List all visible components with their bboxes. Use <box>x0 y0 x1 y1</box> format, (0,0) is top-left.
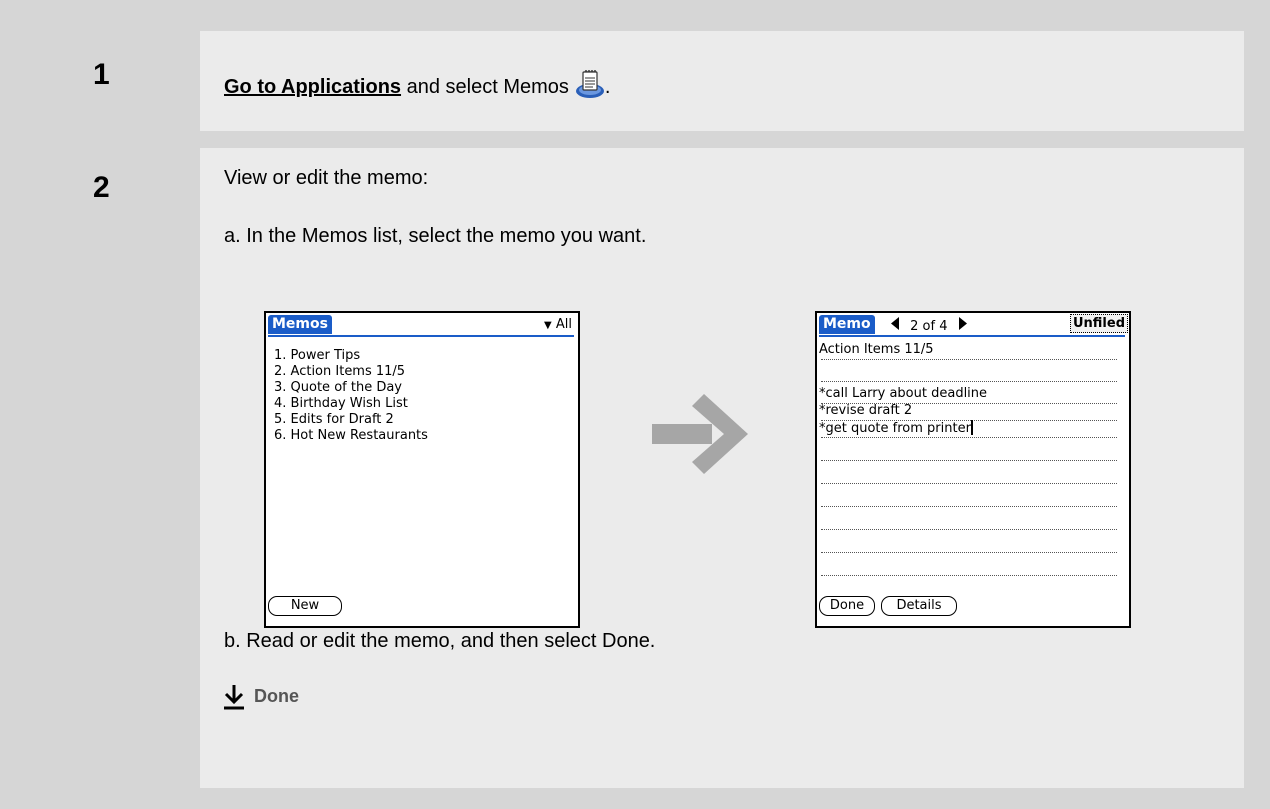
category-label: All <box>555 317 572 332</box>
memos-app-icon <box>575 69 605 105</box>
step-2-substep-a: a. In the Memos list, select the memo yo… <box>224 225 647 247</box>
title-bar-line <box>268 335 574 337</box>
ruled-line <box>821 460 1117 461</box>
details-button[interactable]: Details <box>881 596 957 616</box>
list-item[interactable]: 6. Hot New Restaurants <box>274 428 428 443</box>
step-1-panel: 1 Go to Applications and select Memos . <box>37 31 1244 131</box>
list-item[interactable]: 1. Power Tips <box>274 348 360 363</box>
step-1-period: . <box>604 76 611 98</box>
memo-line[interactable]: *call Larry about deadline <box>819 386 987 401</box>
step-2-substep-b: b. Read or edit the memo, and then selec… <box>224 630 656 652</box>
ruled-line <box>821 483 1117 484</box>
page-navigator: 2 of 4 <box>891 317 967 334</box>
page-indicator: 2 of 4 <box>910 319 948 334</box>
memo-title-tab: Memo <box>819 315 875 334</box>
ruled-line <box>821 359 1117 360</box>
new-button[interactable]: New <box>268 596 342 616</box>
ruled-line <box>821 575 1117 576</box>
chevron-down-icon: ▼ <box>544 320 552 331</box>
step-number: 2 <box>93 171 110 204</box>
memo-detail-screen: Memo 2 of 4 Unfiled Action Items 11/5 *c… <box>815 311 1131 628</box>
ruled-line <box>821 506 1117 507</box>
memos-title-tab: Memos <box>268 315 332 334</box>
memo-line[interactable]: Action Items 11/5 <box>819 342 934 357</box>
ruled-line <box>821 437 1117 438</box>
step-1-text: and select Memos <box>401 76 569 98</box>
step-1-instruction: Go to Applications and select Memos . <box>224 69 610 105</box>
right-arrow-icon <box>652 394 750 479</box>
list-item[interactable]: 3. Quote of the Day <box>274 380 402 395</box>
ruled-line <box>821 381 1117 382</box>
down-arrow-icon <box>223 684 247 712</box>
ruled-line <box>821 529 1117 530</box>
category-picker[interactable]: Unfiled <box>1069 314 1128 333</box>
page-frame: 1 Go to Applications and select Memos . … <box>0 0 1270 809</box>
ruled-line <box>821 552 1117 553</box>
list-item[interactable]: 5. Edits for Draft 2 <box>274 412 394 427</box>
text-cursor <box>970 420 973 435</box>
list-item[interactable]: 4. Birthday Wish List <box>274 396 408 411</box>
step-number-column: 1 <box>37 31 200 131</box>
title-bar-line <box>819 335 1125 337</box>
go-to-applications-link[interactable]: Go to Applications <box>224 76 401 98</box>
done-link[interactable]: Done <box>254 686 299 707</box>
done-button[interactable]: Done <box>819 596 875 616</box>
category-picker[interactable]: ▼ All <box>544 317 572 332</box>
previous-page-icon[interactable] <box>891 317 904 334</box>
step-2-intro: View or edit the memo: <box>224 167 429 189</box>
memo-line[interactable]: *revise draft 2 <box>819 403 912 418</box>
memo-line[interactable]: *get quote from printer <box>819 420 973 436</box>
memo-line-text: *get quote from printer <box>819 421 971 436</box>
list-item[interactable]: 2. Action Items 11/5 <box>274 364 405 379</box>
step-number: 1 <box>93 58 110 91</box>
memos-list-screen: Memos ▼ All 1. Power Tips 2. Action Item… <box>264 311 580 628</box>
next-page-icon[interactable] <box>958 317 967 334</box>
step-number-column: 2 <box>37 148 200 788</box>
